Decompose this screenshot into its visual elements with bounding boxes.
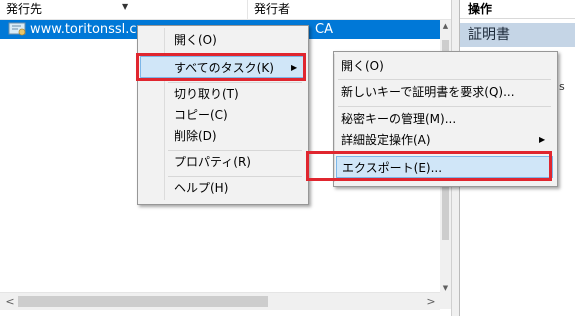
menu-item-help[interactable]: ヘルプ(H) (140, 177, 304, 199)
menu-item-label: エクスポート(E)... (342, 161, 443, 175)
menu-item-label: 開く(O) (174, 33, 217, 47)
column-header-bar: 発行先 ▼ 発行者 (0, 0, 451, 20)
all-tasks-submenu: 開く(O) 新しいキーで証明書を要求(Q)... 秘密キーの管理(M)... 詳… (333, 51, 558, 187)
menu-separator (338, 152, 551, 153)
scroll-up-arrow-icon[interactable]: ▲ (440, 20, 451, 32)
chevron-right-icon: ▶ (291, 63, 298, 72)
menu-separator (338, 79, 551, 80)
horizontal-scrollbar[interactable]: < > (0, 292, 440, 310)
menu-item-label: コピー(C) (174, 108, 228, 122)
context-menu: 開く(O) すべてのタスク(K) ▶ 切り取り(T) コピー(C) 削除(D) … (137, 25, 309, 205)
menu-item-copy[interactable]: コピー(C) (140, 104, 304, 126)
submenu-item-request-new-key[interactable]: 新しいキーで証明書を要求(Q)... (336, 81, 553, 103)
menu-separator (168, 53, 302, 54)
cert-issued-by: CA (315, 22, 333, 37)
actions-section-certificate[interactable]: 証明書 (460, 23, 575, 47)
submenu-item-manage-private-keys[interactable]: 秘密キーの管理(M)... (336, 108, 553, 130)
menu-item-open[interactable]: 開く(O) (140, 29, 304, 51)
horizontal-scroll-thumb[interactable] (18, 296, 268, 307)
certificate-icon (8, 22, 26, 36)
menu-separator (338, 106, 551, 107)
sort-descending-icon: ▼ (122, 2, 129, 11)
scroll-right-arrow-icon[interactable]: > (425, 293, 437, 310)
menu-item-cut[interactable]: 切り取り(T) (140, 83, 304, 105)
menu-item-label: 詳細設定操作(A) (341, 133, 431, 147)
menu-item-label: 開く(O) (341, 59, 384, 73)
submenu-item-advanced[interactable]: 詳細設定操作(A) ▶ (336, 129, 553, 151)
menu-item-label: 新しいキーで証明書を要求(Q)... (341, 85, 515, 99)
column-header-issued-by[interactable]: 発行者 (248, 0, 451, 19)
scrollbar-corner (440, 292, 451, 309)
menu-item-properties[interactable]: プロパティ(R) (140, 151, 304, 173)
menu-item-label: プロパティ(R) (174, 155, 251, 169)
menu-item-delete[interactable]: 削除(D) (140, 125, 304, 147)
cert-issued-to: www.toritonssl.co (30, 22, 145, 37)
menu-item-label: ヘルプ(H) (174, 181, 229, 195)
menu-item-label: すべてのタスク(K) (174, 61, 274, 75)
menu-item-all-tasks[interactable]: すべてのタスク(K) ▶ (140, 56, 304, 78)
actions-partial-text: s (559, 80, 565, 93)
menu-item-label: 切り取り(T) (174, 87, 239, 101)
submenu-item-open[interactable]: 開く(O) (336, 55, 553, 77)
chevron-right-icon: ▶ (539, 135, 546, 144)
actions-pane-title: 操作 (460, 0, 575, 19)
menu-gutter (334, 54, 335, 182)
menu-item-label: 秘密キーの管理(M)... (341, 112, 457, 126)
scroll-left-arrow-icon[interactable]: < (4, 293, 16, 310)
submenu-item-export[interactable]: エクスポート(E)... (336, 156, 553, 178)
menu-item-label: 削除(D) (174, 129, 217, 143)
